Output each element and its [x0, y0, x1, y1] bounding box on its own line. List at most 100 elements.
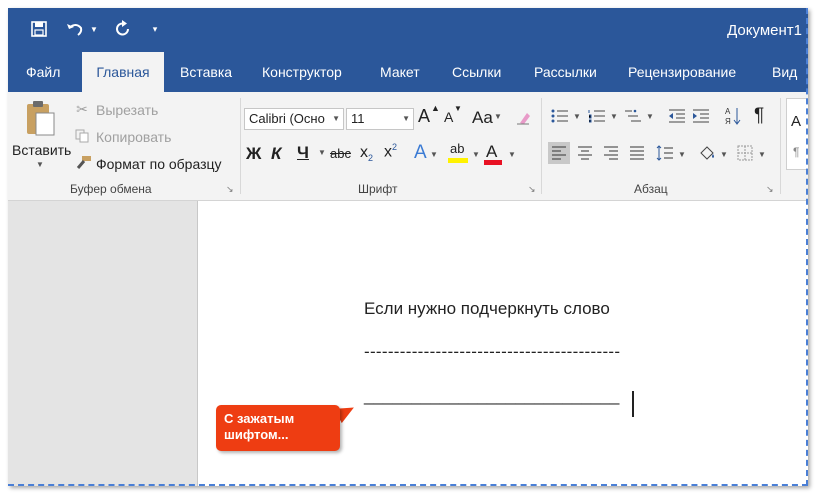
copy-button[interactable]: Копировать — [96, 129, 171, 145]
ribbon: Вставить ▼ ✂ Вырезать Копировать Формат … — [8, 92, 808, 201]
font-size-combo[interactable]: 11 ▼ — [346, 108, 414, 130]
sort-icon[interactable]: AЯ — [722, 104, 744, 128]
save-icon[interactable] — [28, 18, 50, 40]
font-color-button[interactable]: A — [486, 142, 497, 162]
tab-view[interactable]: Вид — [772, 52, 797, 92]
font-group-label: Шрифт — [358, 182, 398, 196]
format-painter-icon[interactable] — [74, 154, 92, 172]
bullets-icon[interactable] — [549, 106, 571, 126]
borders-icon[interactable] — [734, 142, 756, 164]
bold-button[interactable]: Ж — [246, 144, 261, 164]
paragraph-group-label: Абзац — [634, 182, 668, 196]
tab-insert[interactable]: Вставка — [180, 52, 232, 92]
document-margin-area — [8, 201, 198, 486]
chevron-down-icon[interactable]: ▼ — [472, 150, 480, 159]
document-text-line[interactable]: Если нужно подчеркнуть слово — [364, 299, 610, 319]
subscript-mark: 2 — [368, 153, 374, 164]
grow-font-button[interactable]: A — [418, 106, 430, 127]
underline-dropdown-icon[interactable]: ▼ — [318, 148, 326, 157]
chevron-down-icon[interactable]: ▼ — [610, 112, 618, 121]
increase-indent-icon[interactable] — [690, 106, 712, 126]
subscript-x: x — [360, 144, 368, 161]
style-preview-mark: ¶ — [793, 145, 800, 159]
superscript-button[interactable]: x2 — [384, 142, 397, 161]
shrink-font-button[interactable]: A — [444, 109, 453, 125]
chevron-down-icon[interactable]: ▼ — [508, 150, 516, 159]
text-effects-button[interactable]: A — [414, 142, 427, 164]
chevron-down-icon[interactable]: ▼ — [573, 112, 581, 121]
grow-arrow-icon: ▲ — [431, 103, 440, 113]
shading-icon[interactable] — [696, 142, 718, 164]
format-painter-button[interactable]: Формат по образцу — [96, 156, 222, 172]
chevron-down-icon: ▼ — [332, 114, 340, 123]
styles-gallery[interactable]: А ¶ — [786, 98, 808, 170]
tab-home[interactable]: Главная — [82, 52, 164, 92]
chevron-down-icon[interactable]: ▼ — [646, 112, 654, 121]
clear-formatting-icon[interactable] — [514, 109, 532, 127]
font-launcher-icon[interactable]: ↘ — [528, 184, 536, 195]
tab-mailings[interactable]: Рассылки — [534, 52, 597, 92]
multilevel-list-icon[interactable] — [622, 106, 644, 126]
chevron-down-icon[interactable]: ▼ — [758, 150, 766, 159]
highlight-color-swatch — [448, 158, 468, 163]
divider — [541, 98, 542, 194]
change-case-button[interactable]: Aa — [472, 108, 493, 128]
cut-button[interactable]: Вырезать — [96, 102, 158, 118]
font-name-combo[interactable]: Calibri (Осно ▼ — [244, 108, 344, 130]
chevron-down-icon: ▼ — [402, 114, 410, 123]
divider — [240, 98, 241, 194]
cut-icon[interactable]: ✂ — [74, 101, 90, 117]
highlight-button[interactable]: ab — [450, 141, 464, 156]
tab-design[interactable]: Конструктор — [262, 52, 342, 92]
style-preview: А — [791, 113, 802, 130]
copy-icon[interactable] — [74, 128, 90, 144]
dashed-line[interactable]: ----------------------------------------… — [364, 342, 620, 362]
chevron-down-icon[interactable]: ▼ — [430, 150, 438, 159]
align-right-icon[interactable] — [600, 142, 622, 164]
chevron-down-icon[interactable]: ▼ — [678, 150, 686, 159]
ribbon-tabs: Файл Главная Вставка Конструктор Макет С… — [8, 52, 808, 92]
strikethrough-button[interactable]: abc — [330, 146, 351, 161]
divider — [780, 98, 781, 194]
paragraph-launcher-icon[interactable]: ↘ — [766, 184, 774, 195]
font-color-swatch — [484, 160, 502, 165]
line-spacing-icon[interactable] — [654, 142, 676, 164]
clipboard-launcher-icon[interactable]: ↘ — [226, 184, 234, 195]
word-window: ▼ ▾ Документ1 Файл Главная Вставка Конст… — [8, 8, 808, 486]
svg-text:Я: Я — [725, 117, 731, 126]
clipboard-group-label: Буфер обмена — [70, 182, 152, 196]
superscript-mark: 2 — [392, 142, 398, 152]
chevron-down-icon[interactable]: ▼ — [720, 150, 728, 159]
undo-icon[interactable] — [64, 18, 86, 40]
justify-icon[interactable] — [626, 142, 648, 164]
subscript-button[interactable]: x2 — [360, 144, 373, 163]
customize-qat-icon[interactable]: ▾ — [148, 18, 162, 40]
tab-references[interactable]: Ссылки — [452, 52, 501, 92]
font-size-value: 11 — [351, 111, 365, 126]
align-left-icon[interactable] — [548, 142, 570, 164]
underscore-line[interactable]: ___________________________ — [364, 386, 619, 406]
chevron-down-icon[interactable]: ▼ — [494, 112, 502, 121]
shrink-arrow-icon: ▼ — [454, 104, 462, 113]
text-cursor — [632, 391, 634, 417]
italic-button[interactable]: К — [271, 144, 281, 164]
paste-button[interactable]: Вставить — [12, 142, 71, 158]
paste-dropdown-icon[interactable]: ▼ — [36, 160, 44, 169]
numbering-icon[interactable] — [586, 106, 608, 126]
font-name-value: Calibri (Осно — [249, 111, 325, 126]
align-center-icon[interactable] — [574, 142, 596, 164]
tab-review[interactable]: Рецензирование — [628, 52, 736, 92]
document-title: Документ1 — [727, 22, 802, 39]
paste-icon[interactable] — [22, 98, 58, 138]
tab-file[interactable]: Файл — [26, 52, 60, 92]
svg-text:A: A — [725, 107, 731, 116]
title-bar: ▼ ▾ Документ1 — [8, 8, 808, 52]
decrease-indent-icon[interactable] — [666, 106, 688, 126]
tab-layout[interactable]: Макет — [380, 52, 420, 92]
undo-dropdown-icon[interactable]: ▼ — [88, 18, 100, 40]
underline-button[interactable]: Ч — [297, 143, 309, 163]
redo-icon[interactable] — [112, 18, 134, 40]
show-marks-button[interactable]: ¶ — [754, 105, 764, 127]
annotation-callout: С зажатым шифтом... — [216, 405, 340, 451]
superscript-x: x — [384, 143, 392, 161]
